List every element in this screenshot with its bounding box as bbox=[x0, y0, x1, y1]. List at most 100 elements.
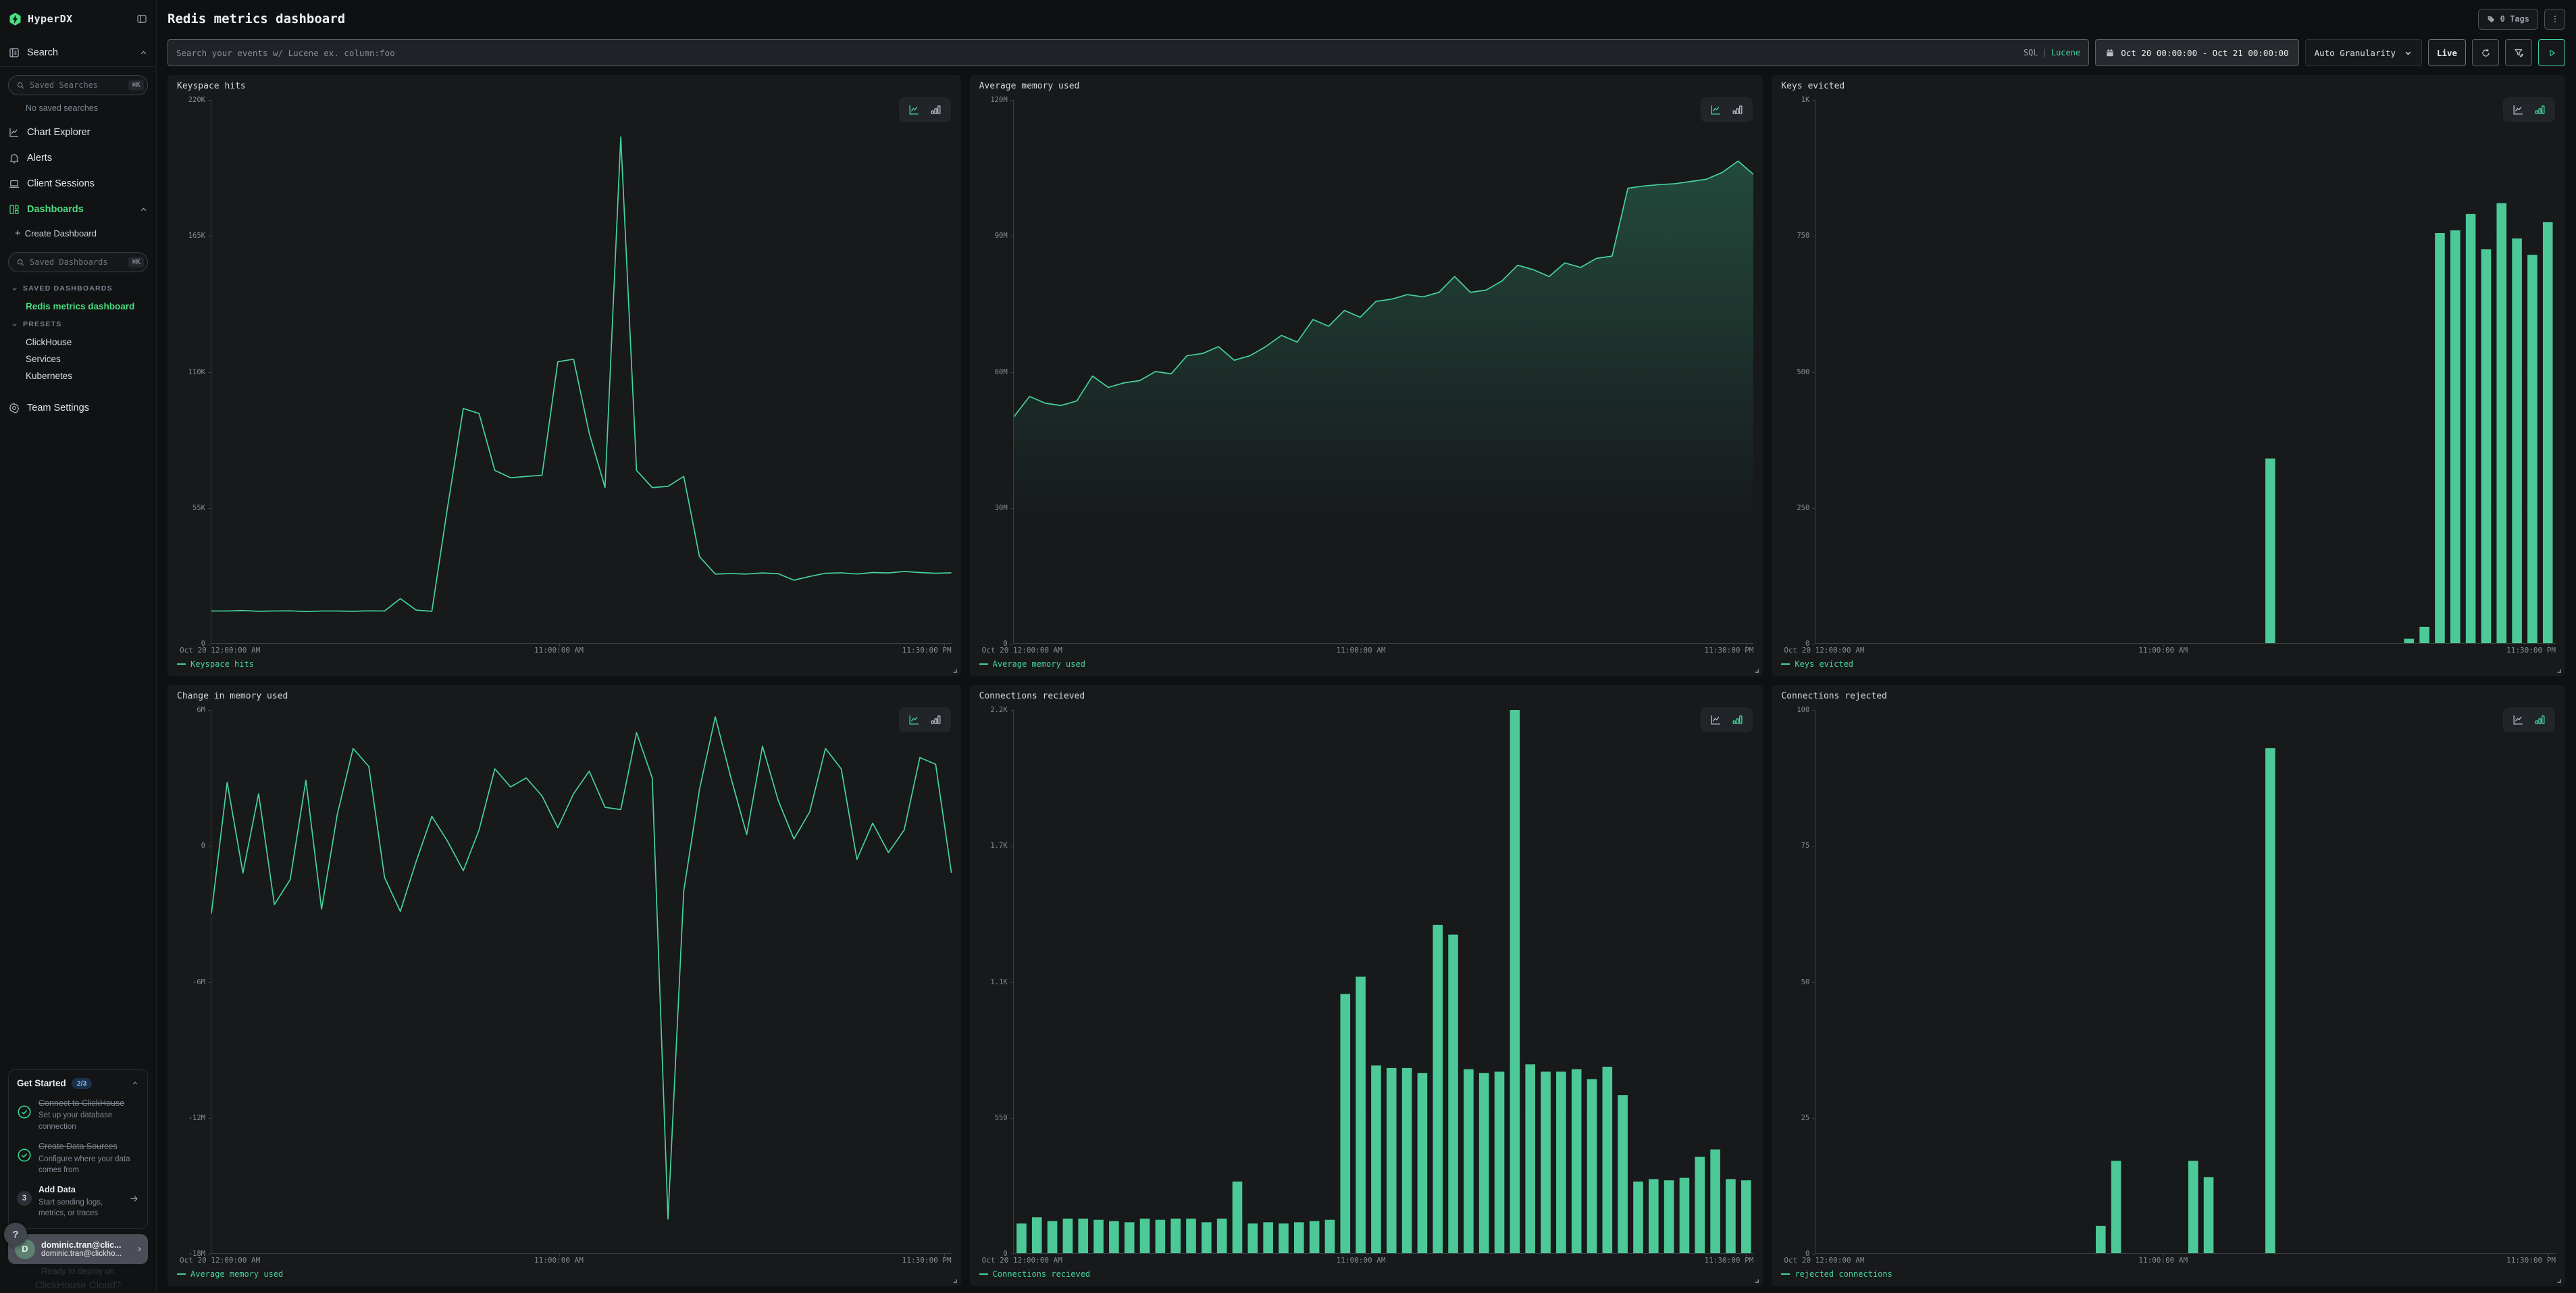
lucene-option[interactable]: Lucene bbox=[2051, 48, 2080, 57]
app-root: HyperDX Search ⌘K No saved searches Char… bbox=[0, 0, 2576, 1293]
get-started-step-connect[interactable]: Connect to ClickHouse Set up your databa… bbox=[17, 1098, 139, 1132]
line-chart-icon[interactable] bbox=[2512, 103, 2525, 116]
user-menu[interactable]: D dominic.tran@clic... dominic.tran@clic… bbox=[8, 1234, 148, 1264]
saved-dashboards-input[interactable]: ⌘K bbox=[8, 252, 148, 272]
y-axis-label: 1.1K bbox=[979, 978, 1008, 986]
chart-title: Keyspace hits bbox=[177, 81, 952, 96]
chart-mode-toggle bbox=[899, 707, 951, 732]
sidebar-item-search[interactable]: Search bbox=[8, 39, 148, 66]
gear-icon bbox=[8, 402, 20, 414]
sidebar-item-alerts[interactable]: Alerts bbox=[8, 145, 148, 171]
y-axis-label: 55K bbox=[177, 504, 205, 512]
chart-legend[interactable]: Connections recieved bbox=[979, 1266, 1754, 1282]
x-axis-label: 11:00:00 AM bbox=[534, 1256, 584, 1265]
get-started-card: Get Started 2/3 Connect to ClickHouse Se… bbox=[8, 1069, 148, 1229]
bar-chart-icon[interactable] bbox=[929, 713, 942, 726]
legend-swatch bbox=[1781, 1273, 1790, 1275]
chart-canvas[interactable] bbox=[211, 100, 952, 644]
y-axis-tick bbox=[1010, 372, 1013, 373]
granularity-select[interactable]: Auto Granularity bbox=[2305, 39, 2422, 66]
sidebar-item-clickhouse-preset[interactable]: ClickHouse bbox=[8, 334, 148, 351]
filter-button[interactable] bbox=[2505, 39, 2532, 66]
sidebar-item-services-preset[interactable]: Services bbox=[8, 351, 148, 367]
sidebar-item-chart-explorer[interactable]: Chart Explorer bbox=[8, 120, 148, 145]
sidebar-item-redis-dashboard[interactable]: Redis metrics dashboard bbox=[8, 298, 148, 315]
presets-section[interactable]: PRESETS bbox=[8, 315, 148, 334]
resize-handle[interactable] bbox=[1753, 1277, 1759, 1284]
sidebar-item-team-settings[interactable]: Team Settings bbox=[8, 395, 148, 421]
sidebar-item-dashboards[interactable]: Dashboards bbox=[8, 197, 148, 222]
chart-legend[interactable]: rejected connections bbox=[1781, 1266, 2556, 1282]
main-content: Redis metrics dashboard 0 Tags SQL|Lucen… bbox=[157, 0, 2576, 1293]
logo-row: HyperDX bbox=[8, 7, 148, 31]
progress-badge: 2/3 bbox=[72, 1078, 93, 1089]
chart-legend[interactable]: Average memory used bbox=[177, 1266, 952, 1282]
divider bbox=[0, 66, 156, 67]
y-axis-tick bbox=[1812, 982, 1815, 983]
line-chart-icon[interactable] bbox=[1709, 103, 1722, 116]
chevron-up-icon bbox=[139, 49, 148, 57]
chart-canvas[interactable] bbox=[211, 710, 952, 1254]
resize-handle[interactable] bbox=[2556, 667, 2562, 674]
chevron-down-icon bbox=[2404, 49, 2413, 57]
chart-canvas[interactable] bbox=[1013, 710, 1754, 1254]
resize-handle[interactable] bbox=[1753, 667, 1759, 674]
sidebar-item-client-sessions[interactable]: Client Sessions bbox=[8, 171, 148, 197]
saved-dashboards-field[interactable] bbox=[30, 257, 124, 267]
saved-dashboards-section[interactable]: SAVED DASHBOARDS bbox=[8, 279, 148, 298]
tags-button[interactable]: 0 Tags bbox=[2478, 9, 2538, 30]
create-dashboard-button[interactable]: + Create Dashboard bbox=[8, 222, 148, 244]
saved-searches-field[interactable] bbox=[30, 80, 124, 90]
legend-swatch bbox=[177, 1273, 186, 1275]
arrow-right-icon bbox=[129, 1194, 139, 1204]
y-axis-tick bbox=[1010, 508, 1013, 509]
line-chart-icon[interactable] bbox=[1709, 713, 1722, 726]
y-axis-label: 50 bbox=[1781, 978, 1809, 986]
chart-canvas[interactable] bbox=[1815, 100, 2556, 644]
dashboard-menu-button[interactable] bbox=[2544, 9, 2565, 30]
chart-legend[interactable]: Keys evicted bbox=[1781, 656, 2556, 672]
date-range-picker[interactable]: Oct 20 00:00:00 - Oct 21 00:00:00 bbox=[2095, 39, 2298, 66]
resize-handle[interactable] bbox=[952, 1277, 958, 1284]
event-search-input[interactable] bbox=[176, 48, 2017, 58]
plot-area: 030M60M90M120M bbox=[979, 96, 1754, 644]
bar-chart-icon[interactable] bbox=[2533, 713, 2546, 726]
cloud-promo: Ready to deploy on ClickHouse Cloud? bbox=[8, 1265, 148, 1293]
shortcut-badge: ⌘K bbox=[128, 80, 144, 91]
y-axis-label: 110K bbox=[177, 368, 205, 376]
sidebar-item-kubernetes-preset[interactable]: Kubernetes bbox=[8, 367, 148, 384]
bar-chart-icon[interactable] bbox=[1731, 103, 1744, 116]
bar-chart-icon[interactable] bbox=[2533, 103, 2546, 116]
chart-legend[interactable]: Keyspace hits bbox=[177, 656, 952, 672]
get-started-header[interactable]: Get Started 2/3 bbox=[17, 1078, 139, 1089]
line-chart-icon[interactable] bbox=[908, 103, 921, 116]
chart-canvas[interactable] bbox=[1013, 100, 1754, 644]
resize-handle[interactable] bbox=[952, 667, 958, 674]
search-icon bbox=[16, 81, 25, 90]
bar-chart-icon[interactable] bbox=[929, 103, 942, 116]
chart-panel-connections-received: Connections recieved 05501.1K1.7K2.2K Oc… bbox=[970, 685, 1763, 1286]
event-search-box[interactable]: SQL|Lucene bbox=[168, 39, 2089, 66]
query-language-toggle[interactable]: SQL|Lucene bbox=[2024, 48, 2080, 57]
page-title: Redis metrics dashboard bbox=[168, 11, 2478, 26]
line-chart-icon[interactable] bbox=[908, 713, 921, 726]
get-started-step-add-data[interactable]: 3 Add Data Start sending logs, metrics, … bbox=[17, 1184, 139, 1219]
bar-chart-icon[interactable] bbox=[1731, 713, 1744, 726]
line-chart-icon[interactable] bbox=[2512, 713, 2525, 726]
run-query-button[interactable] bbox=[2538, 39, 2565, 66]
x-axis: Oct 20 12:00:00 AM11:00:00 AM11:30:00 PM bbox=[211, 644, 952, 656]
refresh-button[interactable] bbox=[2472, 39, 2499, 66]
step-number-badge: 3 bbox=[17, 1191, 32, 1206]
sql-option[interactable]: SQL bbox=[2024, 48, 2038, 57]
resize-handle[interactable] bbox=[2556, 1277, 2562, 1284]
chart-canvas[interactable] bbox=[1815, 710, 2556, 1254]
live-button[interactable]: Live bbox=[2428, 39, 2466, 66]
help-button[interactable]: ? bbox=[4, 1223, 27, 1246]
laptop-icon bbox=[8, 178, 20, 190]
chart-panel-connections-rejected: Connections rejected 0255075100 Oct 20 1… bbox=[1772, 685, 2565, 1286]
chart-legend[interactable]: Average memory used bbox=[979, 656, 1754, 672]
collapse-sidebar-button[interactable] bbox=[136, 13, 148, 25]
saved-searches-input[interactable]: ⌘K bbox=[8, 75, 148, 95]
get-started-step-sources[interactable]: Create Data Sources Configure where your… bbox=[17, 1141, 139, 1175]
x-axis-label: 11:30:00 PM bbox=[902, 1256, 952, 1265]
